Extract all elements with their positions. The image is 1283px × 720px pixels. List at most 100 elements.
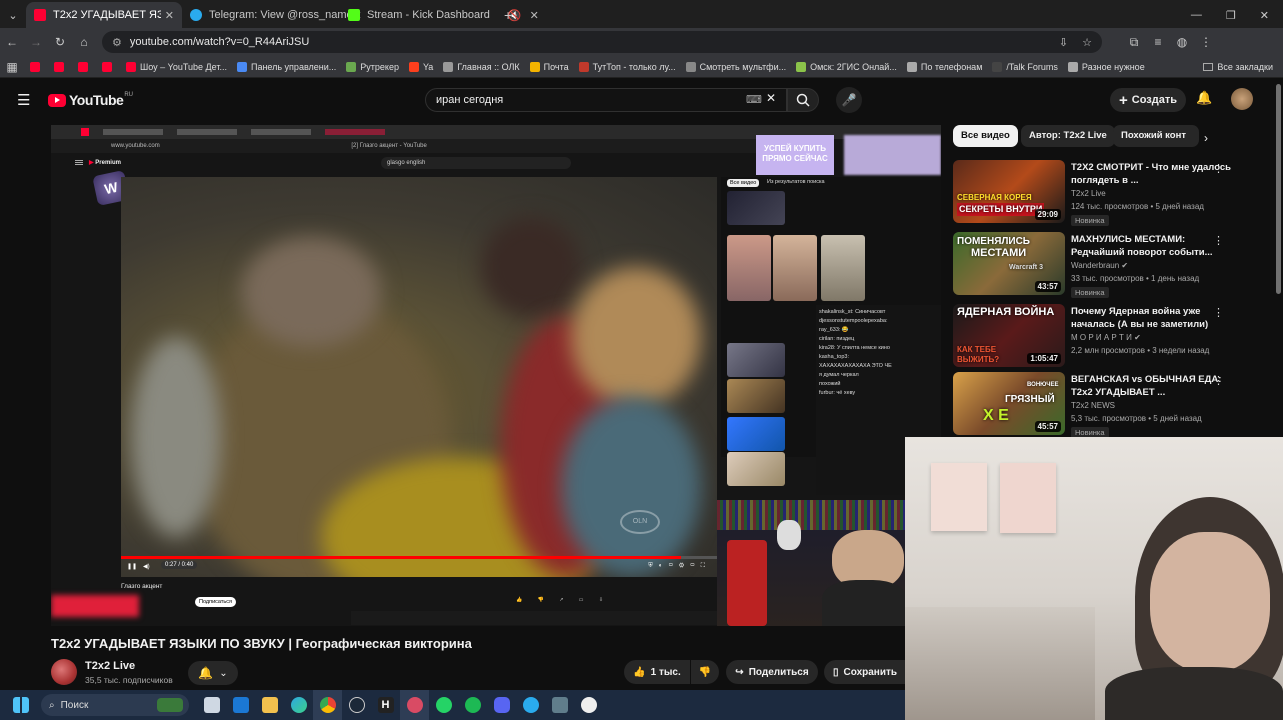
- close-window-icon[interactable]: ✕: [1260, 9, 1269, 22]
- save-button[interactable]: ▯ Сохранить: [824, 660, 906, 684]
- new-tab-button[interactable]: +: [496, 2, 520, 28]
- chat-message: kira28: У спилта немсе кино: [819, 345, 890, 351]
- bookmark-item[interactable]: /Talk Forums: [992, 61, 1058, 72]
- bookmark-item[interactable]: Смотреть мультфи...: [685, 61, 786, 72]
- bookmark-item[interactable]: Омск: 2ГИС Онлай...: [796, 61, 897, 72]
- bookmark-label: ТутТоп - только лу...: [592, 61, 676, 72]
- video-thumbnail: ПОМЕНЯЛИСЬ МЕСТАМИ Warcraft 3 43:57: [953, 232, 1065, 295]
- search-icon: ⌕: [49, 699, 55, 711]
- calculator-icon[interactable]: [545, 690, 574, 720]
- bookmark-item[interactable]: Шоу – YouTube Дет...: [126, 61, 227, 72]
- apps-grid-icon[interactable]: ▦: [0, 60, 24, 74]
- media-icon[interactable]: ≡: [1146, 35, 1170, 49]
- site-info-icon[interactable]: ⚙: [112, 36, 122, 49]
- chip-similar[interactable]: Похожий конт: [1113, 125, 1199, 147]
- create-button[interactable]: + Создать: [1110, 88, 1186, 112]
- recommendation-item[interactable]: ЯДЕРНАЯ ВОЙНА КАК ТЕБЕ ВЫЖИТЬ? 1:05:47 П…: [953, 304, 1263, 372]
- close-tab-icon[interactable]: ✕: [165, 9, 174, 22]
- telegram-icon[interactable]: [516, 690, 545, 720]
- task-view-icon[interactable]: [197, 690, 226, 720]
- bookmark-item[interactable]: Панель управлени...: [236, 61, 336, 72]
- install-app-icon[interactable]: ⇩: [1059, 36, 1068, 49]
- close-tab-icon[interactable]: ✕: [530, 9, 539, 22]
- bookmark-item[interactable]: ТутТоп - только лу...: [578, 61, 676, 72]
- chip-all-videos[interactable]: Все видео: [953, 125, 1018, 147]
- more-options-icon[interactable]: ⋮: [1213, 374, 1224, 387]
- edge-icon[interactable]: [284, 690, 313, 720]
- video-player[interactable]: www.youtube.com [2] Глазго акцент - YouT…: [51, 125, 941, 626]
- whatsapp-icon[interactable]: [429, 690, 458, 720]
- chip-author[interactable]: Автор: T2x2 Live: [1021, 125, 1115, 147]
- video-title: ВЕГАНСКАЯ vs ОБЫЧНАЯ ЕДА: T2x2 УГАДЫВАЕТ…: [1071, 374, 1222, 398]
- bookmark-item[interactable]: Главная :: ОЛК: [443, 61, 520, 72]
- bookmark-item[interactable]: [78, 61, 92, 72]
- video-thumbnail: ВОНЮЧЕЕ ГРЯЗНЫЙ X E 45:57: [953, 372, 1065, 435]
- bookmark-item[interactable]: [54, 61, 68, 72]
- tab-kick[interactable]: Stream - Kick Dashboard 🔇 ✕: [340, 2, 539, 28]
- clear-search-icon[interactable]: ✕: [766, 91, 776, 105]
- back-icon[interactable]: ←: [0, 35, 24, 49]
- keyboard-icon[interactable]: ⌨: [746, 93, 762, 106]
- bookmark-item[interactable]: Разное нужное: [1067, 61, 1145, 72]
- bookmark-item[interactable]: [30, 61, 44, 72]
- page-scrollbar[interactable]: [1276, 84, 1281, 294]
- tab-search-button[interactable]: ⌄: [0, 2, 26, 28]
- forward-icon[interactable]: →: [24, 35, 48, 49]
- hitman-icon[interactable]: H: [371, 690, 400, 720]
- share-button[interactable]: ↪ Поделиться: [726, 660, 818, 684]
- hamburger-menu-icon[interactable]: ☰: [17, 91, 30, 109]
- like-button[interactable]: 👍 1 тыс.: [624, 660, 690, 684]
- share-icon: ↪: [735, 666, 744, 678]
- search-input[interactable]: иран сегодня: [425, 88, 787, 112]
- dislike-button[interactable]: 👎: [691, 660, 719, 684]
- bookmark-item[interactable]: Рутрекер: [346, 61, 399, 72]
- search-button[interactable]: [787, 88, 819, 112]
- reload-icon[interactable]: ↻: [48, 35, 72, 49]
- extensions-icon[interactable]: ⧉: [1122, 35, 1146, 50]
- steam-icon[interactable]: [342, 690, 371, 720]
- recommendation-item[interactable]: ПОМЕНЯЛИСЬ МЕСТАМИ Warcraft 3 43:57 МАХН…: [953, 232, 1263, 300]
- save-label: Сохранить: [843, 666, 898, 678]
- home-icon[interactable]: ⌂: [72, 35, 96, 49]
- chat-message: cirilan: пиздец: [819, 336, 855, 342]
- account-avatar[interactable]: [1231, 88, 1253, 110]
- more-options-icon[interactable]: ⋮: [1213, 234, 1224, 247]
- chevron-right-icon[interactable]: ›: [1204, 131, 1208, 145]
- more-options-icon[interactable]: ⋮: [1213, 306, 1224, 319]
- tab-youtube[interactable]: T2x2 УГАДЫВАЕТ ЯЗЫКИ П ✕: [26, 2, 182, 28]
- windows-search[interactable]: ⌕ Поиск: [41, 694, 189, 716]
- recommendation-item[interactable]: СЕВЕРНАЯ КОРЕЯ СЕКРЕТЫ ВНУТРИ 29:09 T2X2…: [953, 160, 1263, 228]
- bookmark-item[interactable]: По телефонам: [906, 61, 982, 72]
- discord-icon[interactable]: [487, 690, 516, 720]
- bookmark-star-icon[interactable]: ☆: [1082, 36, 1092, 49]
- ad-overlay: УСПЕЙ КУПИТЬ ПРЯМО СЕЙЧАС: [756, 135, 834, 175]
- tab-telegram[interactable]: Telegram: View @ross_name ✕: [182, 2, 362, 28]
- bookmark-item[interactable]: Ya: [408, 61, 433, 72]
- windows-start-icon[interactable]: [6, 690, 35, 720]
- bookmark-item[interactable]: [102, 61, 116, 72]
- minimize-icon[interactable]: —: [1191, 9, 1202, 21]
- recommendation-item[interactable]: ВОНЮЧЕЕ ГРЯЗНЫЙ X E 45:57 ВЕГАНСКАЯ vs О…: [953, 372, 1263, 440]
- chrome-icon[interactable]: [313, 690, 342, 720]
- all-bookmarks[interactable]: Все закладки: [1203, 62, 1273, 72]
- profile-icon[interactable]: ◍: [1170, 35, 1194, 49]
- voice-search-icon[interactable]: 🎤: [836, 87, 862, 113]
- windows-taskbar: ⌕ Поиск H: [0, 690, 905, 720]
- app-icon[interactable]: [574, 690, 603, 720]
- spotify-icon[interactable]: [458, 690, 487, 720]
- channel-name[interactable]: T2x2 Live: [85, 660, 135, 672]
- file-explorer-icon[interactable]: [255, 690, 284, 720]
- more-options-icon[interactable]: ⋮: [1213, 162, 1224, 175]
- bookmark-item[interactable]: Почта: [529, 61, 569, 72]
- youtube-logo[interactable]: YouTube RU: [48, 92, 133, 108]
- more-menu-icon[interactable]: ⋮: [1194, 35, 1218, 49]
- store-icon[interactable]: [226, 690, 255, 720]
- address-bar[interactable]: ⚙ youtube.com/watch?v=0_R44AriJSU ⇩ ☆: [102, 31, 1102, 53]
- channel-avatar[interactable]: [51, 659, 77, 685]
- maximize-icon[interactable]: ❐: [1226, 9, 1236, 22]
- obs-icon[interactable]: [400, 690, 429, 720]
- subscription-bell-button[interactable]: 🔔 ⌄: [188, 661, 238, 685]
- bookmark-favicon-icon: [346, 61, 357, 72]
- video-duration: 29:09: [1034, 209, 1061, 220]
- notifications-bell-icon[interactable]: 🔔: [1196, 90, 1212, 106]
